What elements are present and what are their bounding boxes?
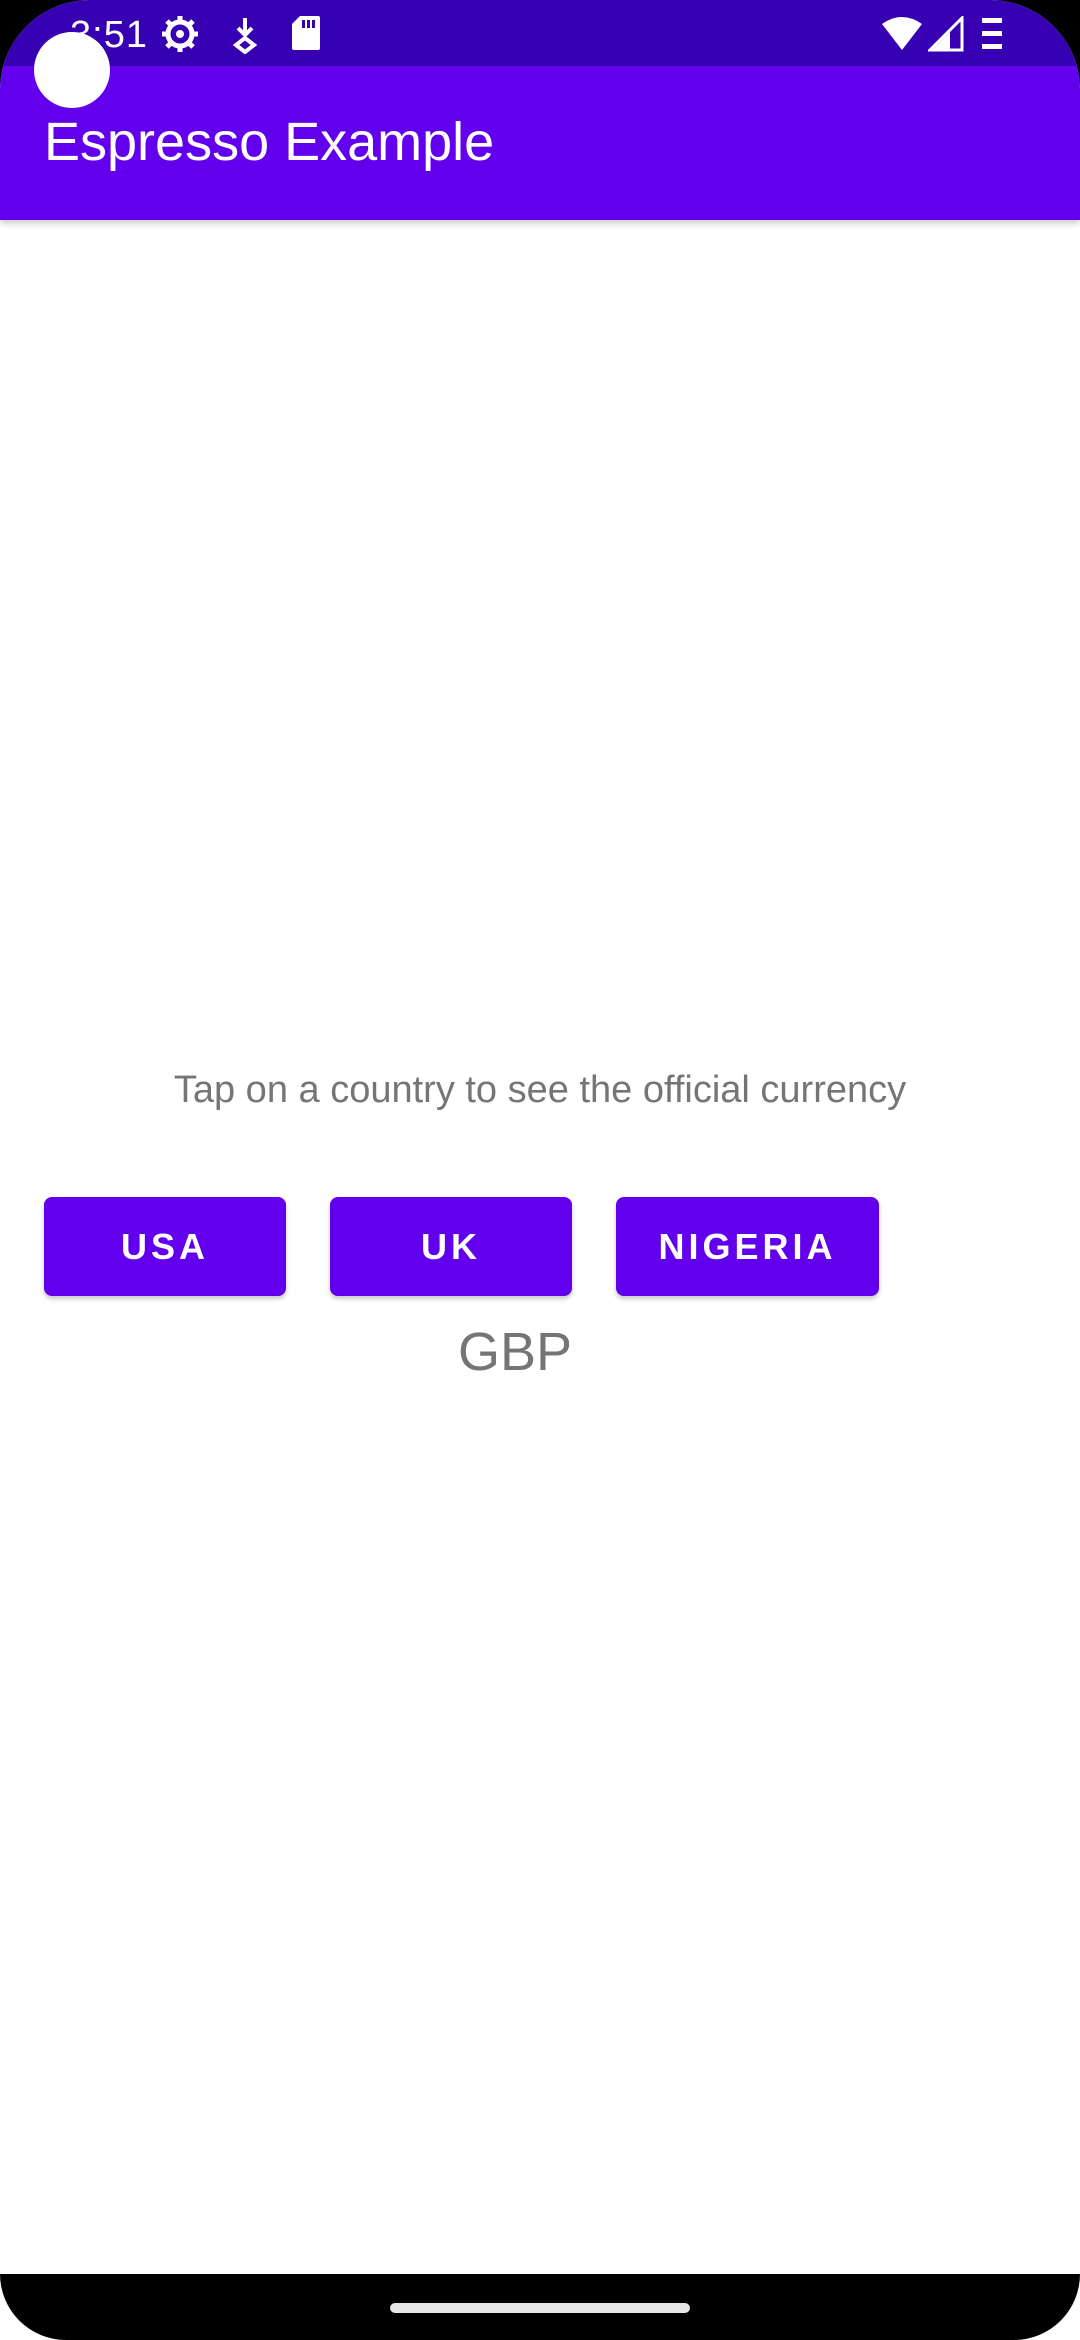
app-bar: Espresso Example	[0, 66, 1080, 220]
wifi-icon	[880, 16, 924, 57]
nigeria-button[interactable]: NIGERIA	[616, 1197, 879, 1296]
settings-gear-icon	[160, 14, 200, 59]
phone-screen: 3:51 Espresso Example Tap on a country t…	[0, 0, 1080, 2340]
app-title: Espresso Example	[44, 112, 495, 172]
status-bar: 3:51	[0, 0, 1080, 66]
home-indicator[interactable]	[390, 2303, 690, 2313]
uk-button[interactable]: UK	[330, 1197, 572, 1296]
signal-icon	[926, 14, 964, 57]
instruction-text: Tap on a country to see the official cur…	[173, 1069, 907, 1111]
download-icon	[230, 14, 260, 59]
camera-cutout	[34, 32, 110, 108]
usa-button[interactable]: USA	[44, 1197, 286, 1296]
sd-card-icon	[290, 14, 322, 57]
currency-result: GBP	[457, 1322, 573, 1382]
more-icon	[980, 14, 1004, 59]
